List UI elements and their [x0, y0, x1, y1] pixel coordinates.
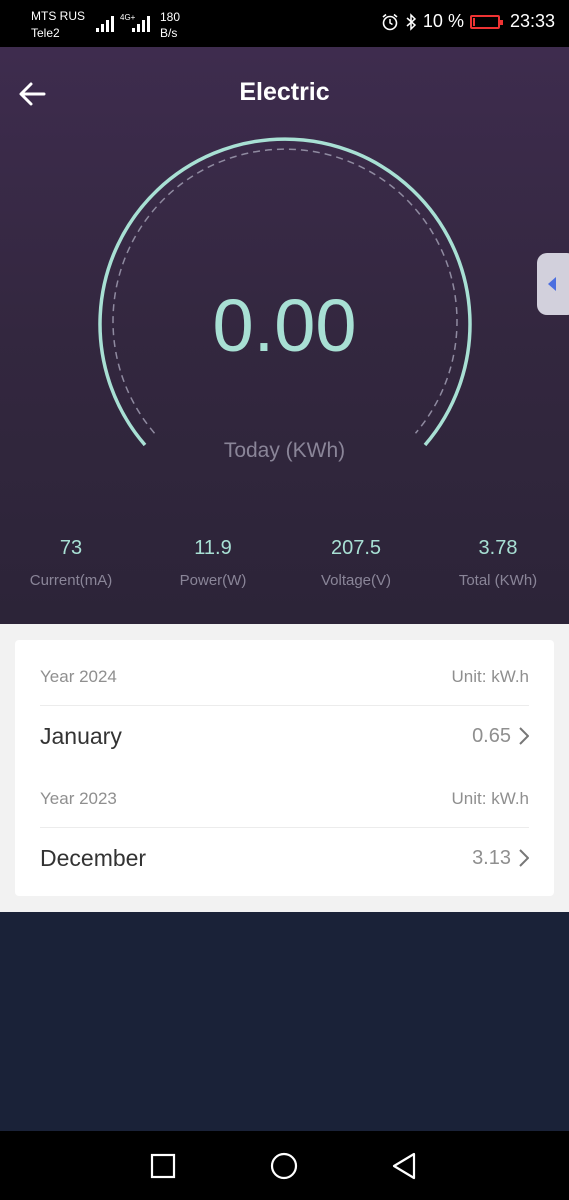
status-icons: 10 % 23:33 — [381, 11, 555, 32]
chevron-left-icon — [548, 277, 556, 291]
month-value: 3.13 — [472, 846, 511, 869]
chevron-right-icon — [519, 849, 529, 867]
network-type-label: 4G+ — [120, 13, 136, 22]
stat-label: Current(mA) — [29, 572, 113, 589]
month-row-january[interactable]: January 0.65 — [40, 704, 529, 768]
speed-value: 180 — [160, 10, 181, 24]
carrier-name-secondary: Tele2 — [31, 26, 60, 40]
month-name: January — [40, 722, 122, 749]
stat-label: Power(W) — [179, 572, 247, 589]
stat-voltage: 207.5 Voltage(V) — [285, 537, 427, 589]
back-icon[interactable] — [390, 1151, 420, 1181]
alarm-icon — [382, 13, 398, 30]
stat-current: 73 Current(mA) — [0, 537, 142, 589]
side-panel-toggle[interactable] — [537, 253, 569, 315]
year-label: Year 2024 — [40, 666, 117, 686]
energy-hero: Electric 0.00 Today (KWh) 73 Current(mA)… — [0, 47, 569, 624]
home-icon[interactable] — [269, 1151, 299, 1181]
year-header: Year 2023 Unit: kW.h — [40, 770, 529, 828]
battery-icon — [469, 14, 503, 29]
unit-label: Unit: kW.h — [451, 666, 529, 686]
month-value-group: 0.65 — [472, 725, 529, 748]
today-energy-label: Today (KWh) — [223, 439, 346, 462]
speed-unit: B/s — [160, 26, 178, 40]
year-label: Year 2023 — [40, 788, 117, 808]
stat-label: Total (KWh) — [458, 572, 538, 589]
signal-icon: 4G+ — [96, 13, 150, 32]
month-name: December — [40, 844, 147, 871]
clock: 23:33 — [509, 11, 555, 31]
month-value-group: 3.13 — [472, 847, 529, 870]
battery-percent: 10 % — [422, 11, 464, 31]
history-card: Year 2024 Unit: kW.h January 0.65 Year 2… — [15, 640, 554, 896]
system-nav-bar — [0, 1131, 569, 1200]
stat-value: 11.9 — [194, 537, 232, 559]
stats-row: 73 Current(mA) 11.9 Power(W) 207.5 Volta… — [0, 537, 569, 597]
month-row-december[interactable]: December 3.13 — [40, 826, 529, 890]
carrier-name: MTS RUS — [31, 9, 85, 23]
recent-apps-icon[interactable] — [148, 1151, 178, 1181]
chevron-right-icon — [519, 727, 529, 745]
year-header: Year 2024 Unit: kW.h — [40, 648, 529, 706]
page-title: Electric — [239, 78, 330, 106]
stat-value: 73 — [59, 537, 83, 559]
stat-value: 3.78 — [478, 537, 518, 559]
stat-power: 11.9 Power(W) — [142, 537, 284, 589]
status-bar: MTS RUS Tele2 4G+ 180 B/s 10 % 23:33 — [0, 0, 569, 47]
month-value: 0.65 — [472, 724, 511, 747]
bluetooth-icon — [406, 12, 417, 31]
network-speed: 180 B/s — [160, 9, 180, 41]
history-section: Year 2024 Unit: kW.h January 0.65 Year 2… — [0, 624, 569, 912]
stat-label: Voltage(V) — [320, 572, 392, 589]
unit-label: Unit: kW.h — [451, 788, 529, 808]
stat-total: 3.78 Total (KWh) — [427, 537, 569, 589]
stat-value: 207.5 — [330, 537, 382, 559]
today-energy-value: 0.00 — [212, 284, 357, 367]
